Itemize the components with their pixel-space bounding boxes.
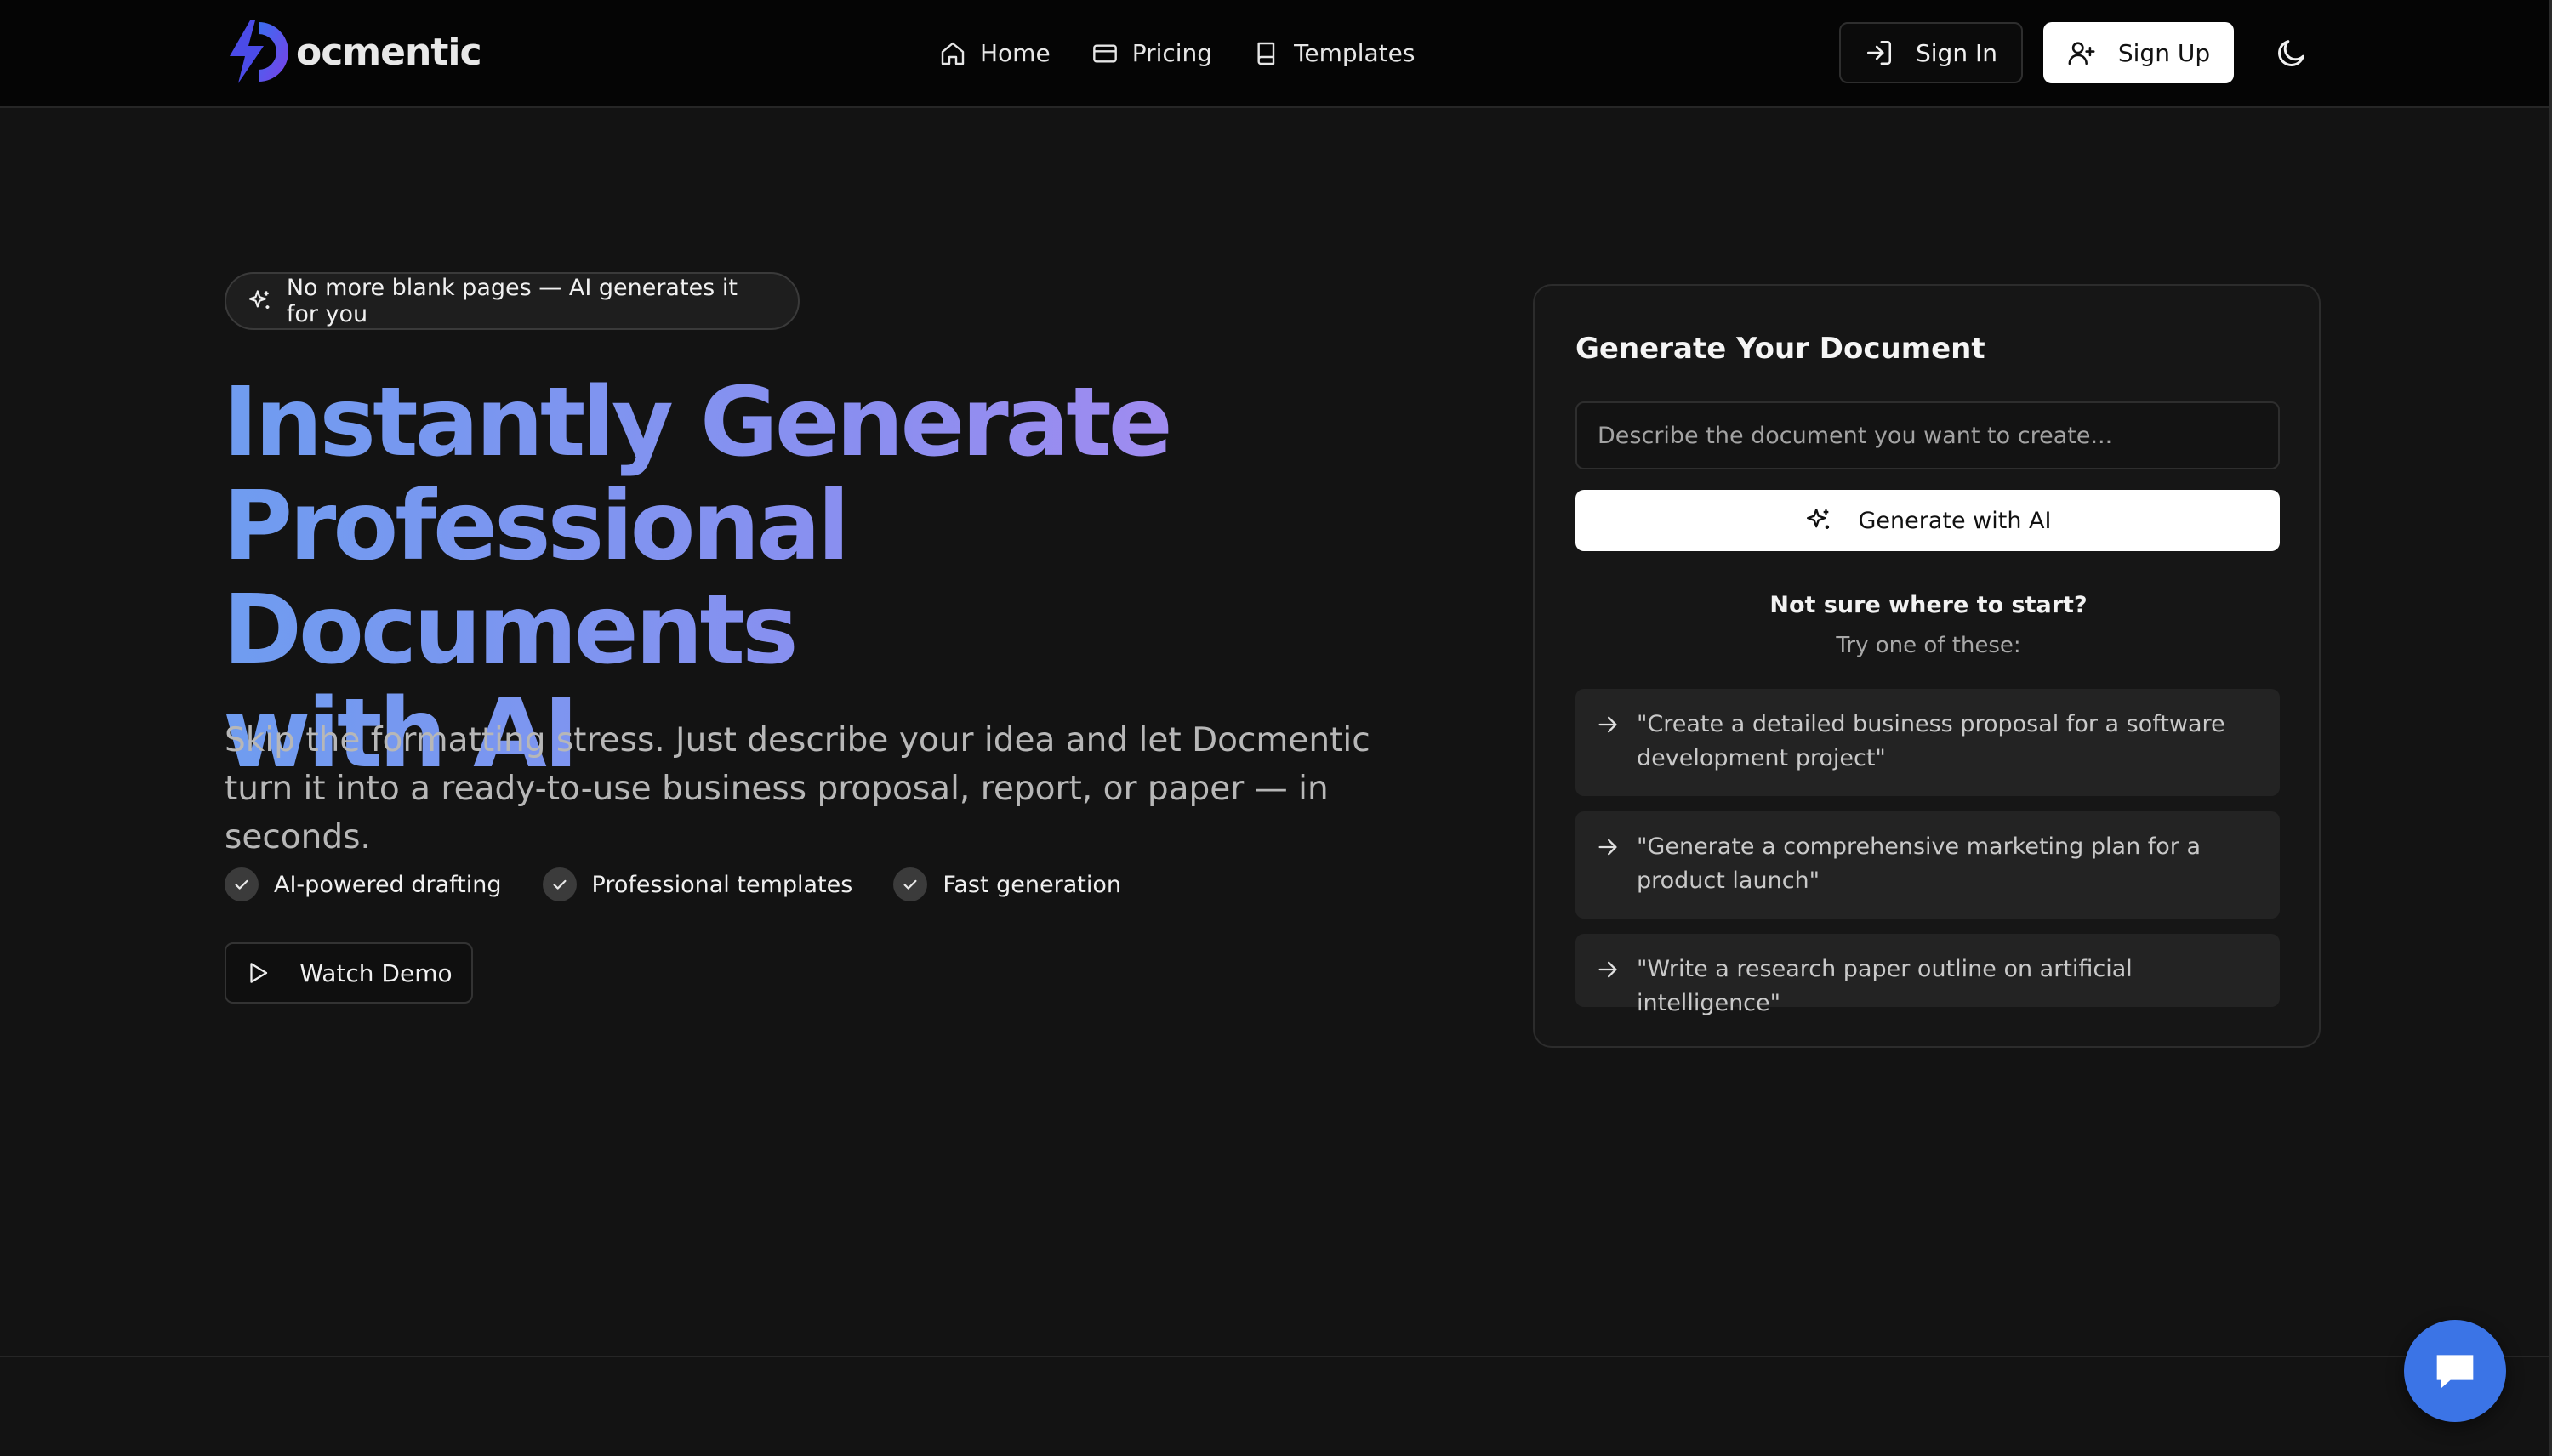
section-divider — [0, 1356, 2549, 1357]
nav-links: Home Pricing Templates — [939, 0, 1415, 106]
check-icon — [225, 867, 259, 901]
feature-label: Professional templates — [591, 871, 853, 898]
sign-in-label: Sign In — [1916, 38, 1997, 67]
suggestion-text: "Generate a comprehensive marketing plan… — [1637, 833, 2202, 894]
feature-label: AI-powered drafting — [274, 871, 502, 898]
nav-templates-label: Templates — [1294, 39, 1416, 67]
chat-icon — [2436, 1355, 2474, 1388]
feature-label: Fast generation — [943, 871, 1121, 898]
hero-badge: No more blank pages — AI generates it fo… — [225, 272, 800, 330]
nav-pricing[interactable]: Pricing — [1091, 39, 1212, 67]
moon-icon[interactable] — [2275, 36, 2309, 70]
hint-subtitle: Try one of these: — [1836, 633, 2021, 658]
hero-badge-text: No more blank pages — AI generates it fo… — [286, 275, 738, 327]
scrollbar[interactable] — [2549, 0, 2552, 1456]
suggestion-item[interactable]: "Generate a comprehensive marketing plan… — [1575, 811, 2280, 919]
nav-home-label: Home — [980, 39, 1051, 67]
generate-with-ai-button[interactable]: Generate with AI — [1575, 490, 2280, 551]
top-navbar: ocmentic Home Pricing Templates Sign In … — [0, 0, 2549, 108]
suggestion-item[interactable]: "Write a research paper outline on artif… — [1575, 934, 2280, 1016]
sign-in-button[interactable]: Sign In — [1839, 22, 2023, 83]
check-icon — [542, 867, 577, 901]
suggestion-text: "Write a research paper outline on artif… — [1637, 956, 2133, 1016]
hint-title: Not sure where to start? — [1769, 592, 2088, 618]
book-icon — [1257, 42, 1275, 65]
user-plus-icon — [2068, 42, 2095, 65]
chat-widget-button[interactable] — [2404, 1320, 2506, 1422]
play-icon — [250, 963, 268, 983]
check-icon — [893, 867, 928, 901]
sparkles-icon — [248, 290, 270, 309]
nav-home[interactable]: Home — [939, 39, 1051, 67]
feature-item: AI-powered drafting — [225, 867, 502, 901]
sparkles-icon — [1806, 509, 1829, 529]
nav-templates[interactable]: Templates — [1253, 39, 1415, 67]
arrow-right-icon — [1598, 716, 1617, 733]
hero-subtitle: Skip the formatting stress. Just describ… — [225, 721, 1370, 856]
watch-demo-button[interactable]: Watch Demo — [225, 942, 473, 1004]
credit-card-icon — [1092, 43, 1117, 63]
nav-pricing-label: Pricing — [1131, 39, 1213, 67]
watch-demo-label: Watch Demo — [299, 958, 453, 987]
suggestion-text: "Create a detailed business proposal for… — [1637, 711, 2225, 771]
logo-icon — [230, 20, 288, 83]
logo-text: ocmentic — [296, 30, 482, 74]
feature-list: AI-powered drafting Professional templat… — [225, 867, 1121, 901]
feature-item: Fast generation — [893, 867, 1121, 901]
home-icon — [941, 42, 965, 65]
generator-card: Generate Your Document Generate with AI … — [1533, 284, 2321, 1048]
generator-title: Generate Your Document — [1575, 332, 1985, 366]
hero-title-line-2: Professional Documents — [223, 471, 847, 685]
arrow-right-icon — [1598, 839, 1617, 856]
document-description-input[interactable] — [1575, 401, 2280, 469]
hero-title-line-1: Instantly Generate — [223, 367, 1170, 478]
arrow-right-icon — [1598, 961, 1617, 978]
generate-label: Generate with AI — [1858, 507, 2052, 534]
sign-up-label: Sign Up — [2117, 38, 2211, 67]
suggestion-item[interactable]: "Create a detailed business proposal for… — [1575, 689, 2280, 796]
log-in-icon — [1866, 40, 1892, 65]
feature-item: Professional templates — [542, 867, 853, 901]
sign-up-button[interactable]: Sign Up — [2043, 22, 2234, 83]
logo[interactable]: ocmentic — [225, 17, 482, 87]
